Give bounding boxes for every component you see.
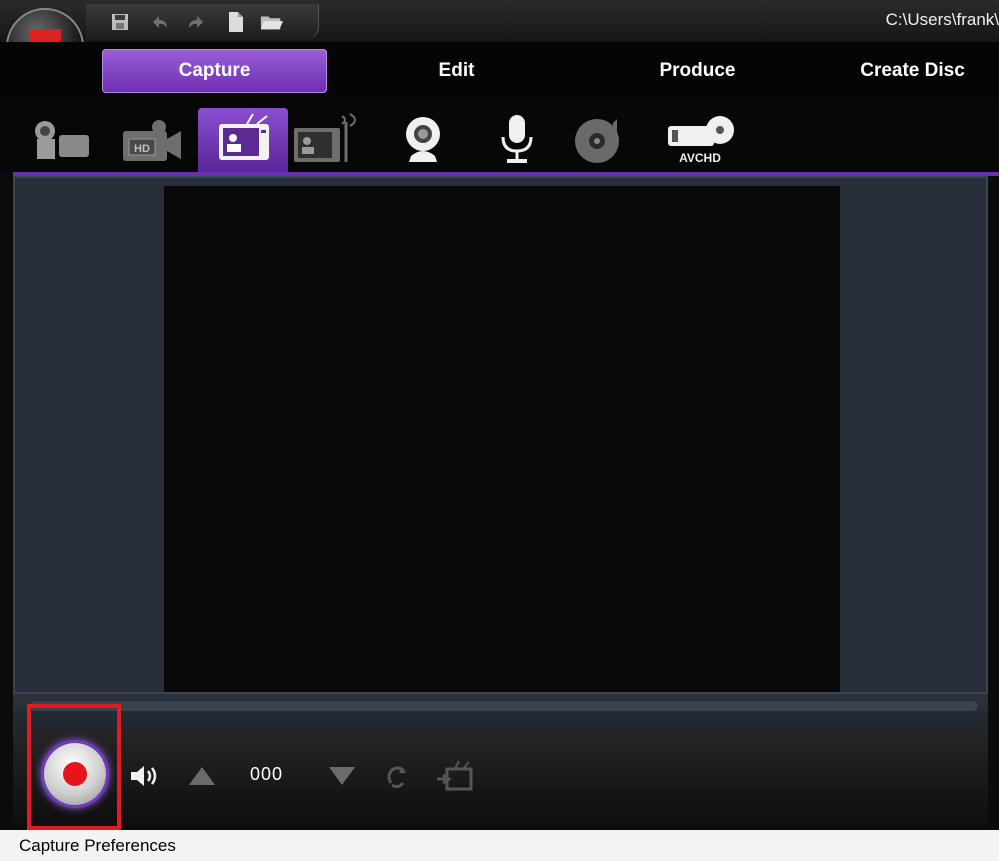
preview-screen	[164, 186, 840, 692]
save-icon[interactable]	[108, 10, 132, 34]
microphone-icon[interactable]	[482, 108, 552, 172]
progress-track[interactable]	[30, 701, 978, 711]
capture-preferences-link[interactable]: Capture Preferences	[19, 836, 176, 856]
new-file-icon[interactable]	[224, 10, 248, 34]
avchd-icon[interactable]: AVCHD	[660, 108, 740, 172]
redo-icon[interactable]	[184, 10, 208, 34]
capture-source-bar: HD AVCHD	[0, 100, 999, 172]
webcam-icon[interactable]	[388, 108, 458, 172]
tab-capture[interactable]: Capture	[102, 49, 327, 93]
tab-edit[interactable]: Edit	[344, 49, 569, 93]
tv-icon[interactable]	[198, 108, 288, 172]
quick-access-toolbar	[86, 4, 319, 40]
refresh-icon[interactable]	[382, 762, 412, 792]
channel-up-icon[interactable]	[186, 764, 218, 788]
highlight-box	[27, 704, 121, 830]
hdv-camcorder-icon[interactable]: HD	[116, 108, 186, 172]
tv-source-icon[interactable]	[434, 758, 474, 792]
project-path: C:\Users\frank\	[885, 10, 999, 29]
tab-create-disc[interactable]: Create Disc	[826, 49, 999, 93]
dv-camcorder-icon[interactable]	[26, 108, 96, 172]
tab-produce[interactable]: Produce	[585, 49, 810, 93]
open-folder-icon[interactable]	[260, 10, 284, 34]
svg-text:HD: HD	[134, 143, 150, 155]
channel-counter: 000	[250, 764, 284, 784]
channel-down-icon[interactable]	[326, 764, 358, 788]
main-tab-bar: Capture Edit Produce Create Disc	[0, 42, 999, 100]
cd-audio-icon[interactable]	[568, 108, 638, 172]
progress-area	[13, 694, 988, 730]
digital-tv-icon[interactable]	[290, 108, 360, 172]
undo-icon[interactable]	[148, 10, 172, 34]
volume-icon[interactable]	[128, 762, 162, 790]
avchd-label: AVCHD	[679, 151, 721, 165]
